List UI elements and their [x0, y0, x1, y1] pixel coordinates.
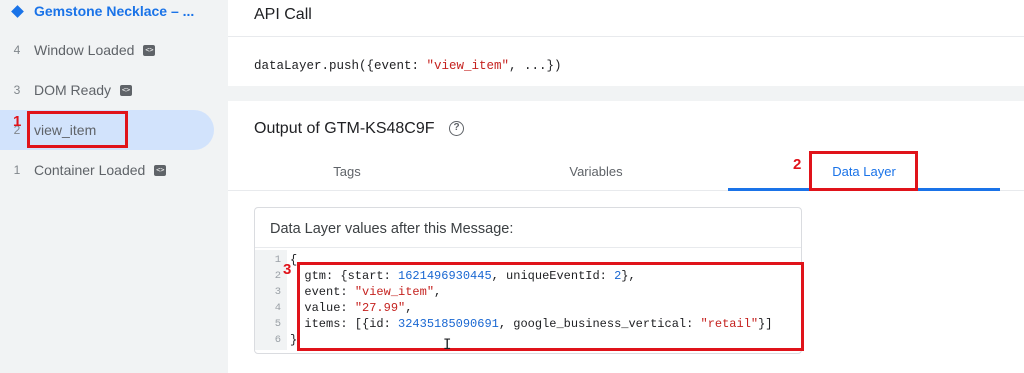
line-number: 4: [274, 302, 281, 314]
code-icon: <>: [154, 164, 167, 176]
sidebar-item-window-loaded[interactable]: 4 Window Loaded <>: [0, 30, 214, 70]
annotation-box-2: [809, 151, 918, 191]
sidebar-item-number: 1: [13, 163, 21, 177]
line-number: 3: [274, 286, 281, 298]
sidebar-item-label: Container Loaded: [34, 162, 146, 178]
divider: [255, 247, 801, 248]
diamond-icon: [0, 4, 34, 18]
tab-tags[interactable]: Tags: [228, 153, 466, 190]
code-text: , ...}): [509, 59, 562, 73]
line-number: 1: [274, 254, 281, 266]
sidebar-item-label: DOM Ready: [34, 82, 112, 98]
code-string: "view_item": [426, 59, 510, 73]
annotation-box-1: [27, 111, 128, 148]
line-number: 2: [274, 270, 281, 282]
panel-title: Data Layer values after this Message:: [270, 221, 514, 237]
sidebar-item-number: 4: [13, 43, 21, 57]
sidebar-item-dom-ready[interactable]: 3 DOM Ready <>: [0, 70, 214, 110]
annotation-box-3: [297, 262, 804, 351]
code-icon: <>: [120, 84, 133, 96]
divider: [228, 36, 1024, 37]
api-call-code: dataLayer.push({event: "view_item", ...}…: [254, 59, 562, 73]
annotation-number-1: 1: [13, 113, 22, 130]
sidebar-page-title-label: Gemstone Necklace – ...: [34, 3, 195, 19]
output-title: Output of GTM-KS48C9F: [254, 120, 435, 137]
event-sidebar: Gemstone Necklace – ... 4 Window Loaded …: [0, 0, 228, 373]
tab-variables[interactable]: Variables: [466, 153, 726, 190]
sidebar-page-title[interactable]: Gemstone Necklace – ...: [0, 0, 214, 28]
sidebar-item-container-loaded[interactable]: 1 Container Loaded <>: [0, 150, 214, 190]
sidebar-item-number: 3: [13, 83, 21, 97]
gtm-preview-window: Gemstone Necklace – ... 4 Window Loaded …: [0, 0, 1024, 373]
help-icon[interactable]: ?: [449, 121, 464, 136]
line-number: 6: [274, 334, 281, 346]
text-cursor-icon: I: [443, 337, 452, 353]
api-call-card: API Call dataLayer.push({event: "view_it…: [228, 0, 1024, 86]
annotation-number-2: 2: [793, 156, 802, 173]
code-icon: <>: [143, 44, 156, 56]
annotation-number-3: 3: [283, 261, 292, 278]
line-number: 5: [274, 318, 281, 330]
sidebar-item-label: Window Loaded: [34, 42, 135, 58]
api-call-title: API Call: [254, 6, 312, 23]
code-text: dataLayer.push({event:: [254, 59, 427, 73]
